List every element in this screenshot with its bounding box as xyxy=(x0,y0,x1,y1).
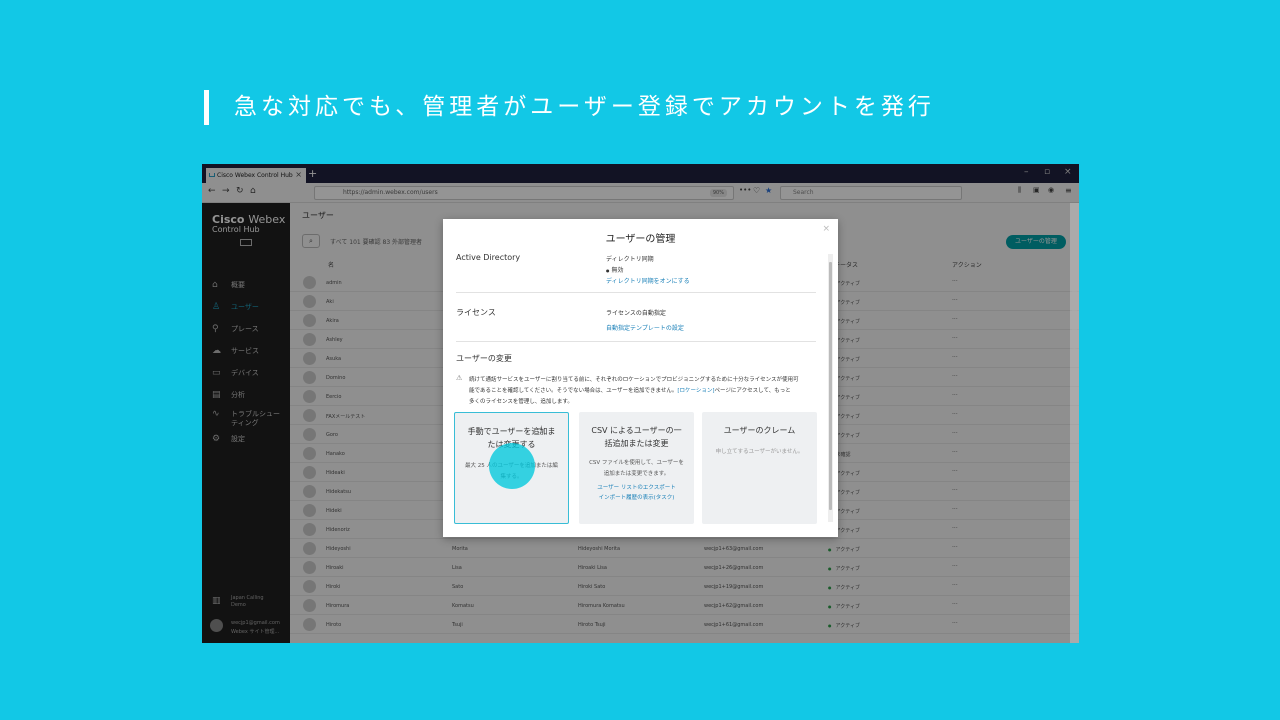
manage-users-modal: ユーザーの管理 × Active Directory ディレクトリ同期 ● 無効 … xyxy=(443,219,838,537)
warning-icon: ⚠ xyxy=(456,374,463,382)
license-warning-text: 続けて通話サービスをユーザーに割り当てる前に、それぞれのロケーションでプロビジョ… xyxy=(469,377,799,405)
modal-title: ユーザーの管理 xyxy=(605,234,676,245)
close-icon[interactable]: × xyxy=(822,224,830,234)
license-auto-assign-title: ライセンスの自動指定 xyxy=(606,310,666,317)
modify-users-label: ユーザーの変更 xyxy=(456,354,512,363)
modal-scrollbar-thumb[interactable] xyxy=(829,262,832,510)
card-description: CSV ファイルを使用して、ユーザーを追加または変更できます。 xyxy=(589,460,684,477)
enable-directory-sync-link[interactable]: ディレクトリ同期をオンにする xyxy=(606,276,690,285)
card-title: ユーザーのクレーム xyxy=(723,426,796,435)
export-user-list-link[interactable]: ユーザー リストのエクスポート xyxy=(579,480,694,493)
claim-users-card[interactable]: ユーザーのクレーム 申し立てするユーザーがいません。 xyxy=(702,412,817,524)
csv-bulk-users-card[interactable]: CSV によるユーザーの一括追加または変更 CSV ファイルを使用して、ユーザー… xyxy=(579,412,694,524)
auto-assign-template-link[interactable]: 自動指定テンプレートの設定 xyxy=(606,323,684,332)
card-title: CSV によるユーザーの一括追加または変更 xyxy=(591,426,682,448)
headline-accent-bar xyxy=(204,90,209,125)
card-description: 申し立てするユーザーがいません。 xyxy=(715,449,804,455)
mouse-cursor-icon: ☝ xyxy=(537,425,544,436)
headline: 急な対応でも、管理者がユーザー登録でアカウントを発行 xyxy=(234,94,935,120)
section-divider xyxy=(456,341,816,342)
section-divider xyxy=(456,292,816,293)
directory-sync-title: ディレクトリ同期 xyxy=(606,256,654,263)
locations-link[interactable]: [ロケーション] xyxy=(677,388,714,394)
active-directory-label: Active Directory xyxy=(456,253,521,262)
license-label: ライセンス xyxy=(456,308,496,317)
page-scrollbar[interactable] xyxy=(1070,203,1079,643)
import-history-link[interactable]: インポート履歴の表示(タスク) xyxy=(579,493,694,503)
directory-sync-state: ● 無効 xyxy=(606,267,624,274)
click-highlight-circle xyxy=(489,443,535,489)
page-scrollbar-thumb[interactable] xyxy=(1072,279,1077,349)
